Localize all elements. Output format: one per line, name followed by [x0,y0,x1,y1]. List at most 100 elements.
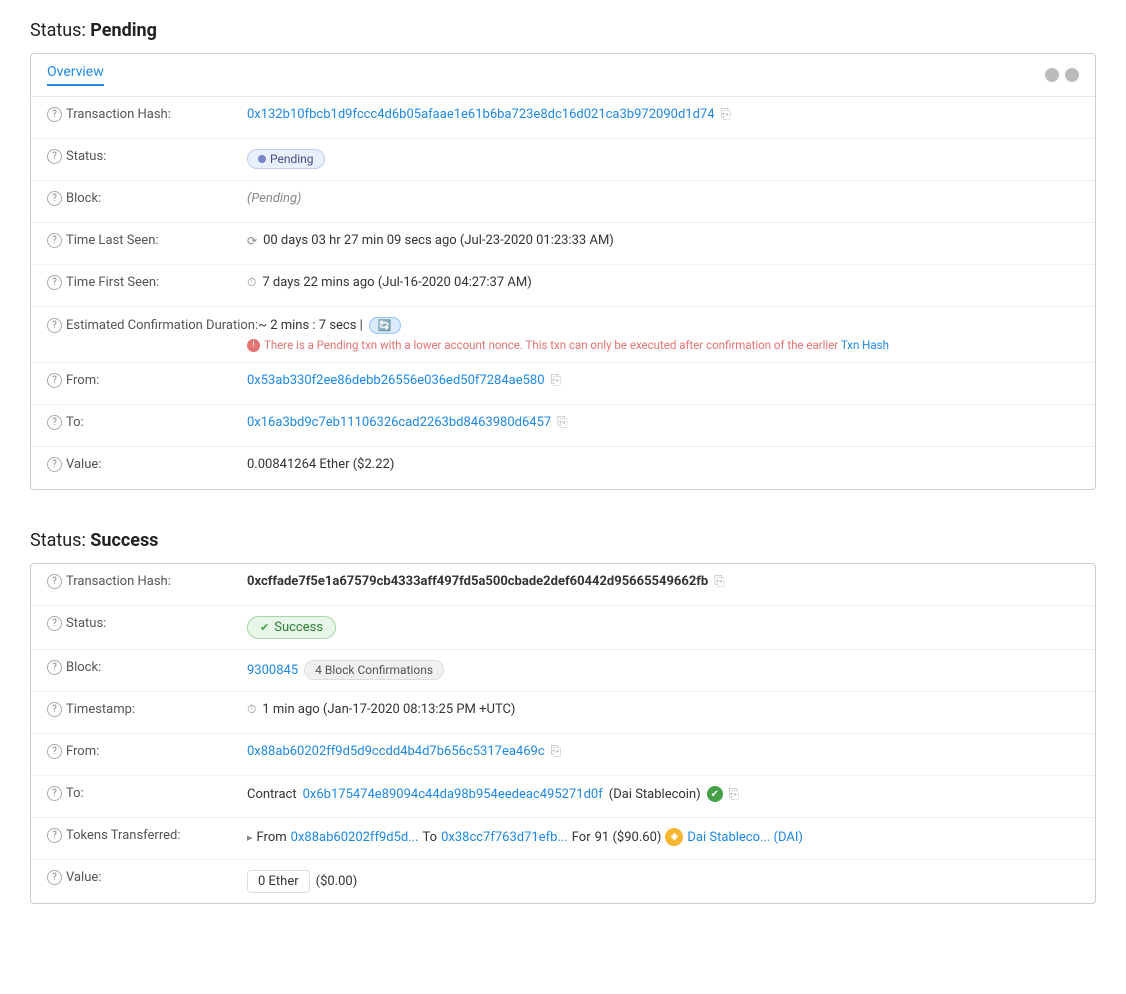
tx-hash-value: 0x132b10fbcb1d9fccc4d6b05afaae1e61b6ba72… [247,107,1079,122]
to-contract-text: Contract [247,787,297,802]
time-first-help-icon[interactable]: ? [47,275,62,290]
block-label-success: ? Block: [47,660,247,675]
tokens-label: ? Tokens Transferred: [47,828,247,843]
est-confirm-value: ~ 2 mins : 7 secs | 🔄 [258,317,1079,334]
block-pending-text: (Pending) [247,191,301,206]
timestamp-label: ? Timestamp: [47,702,247,717]
dot-1 [1045,68,1059,82]
from-row-pending: ? From: 0x53ab330f2ee86debb26556e036ed50… [31,363,1095,405]
from-help-icon-s[interactable]: ? [47,744,62,759]
timestamp-help-icon[interactable]: ? [47,702,62,717]
dai-token-icon: ◈ [665,828,683,846]
value-usd: ($0.00) [316,874,358,889]
from-address-link-s[interactable]: 0x88ab60202ff9d5d9ccdd4b4d7b656c5317ea46… [247,744,545,759]
status-value-success: Success [247,616,1079,639]
tx-hash-label: ? Transaction Hash: [47,107,247,122]
success-card: ? Transaction Hash: 0xcffade7f5e1a67579c… [30,563,1096,904]
est-help-icon[interactable]: ? [47,318,62,333]
from-label-success: ? From: [47,744,247,759]
tx-hash-copy-icon[interactable]: ⎘ [721,107,731,122]
to-copy-icon-s[interactable]: ⎘ [729,787,739,802]
time-last-seen-label: ? Time Last Seen: [47,233,247,248]
value-help-icon-s[interactable]: ? [47,870,62,885]
to-row-success: ? To: Contract 0x6b175474e89094c44da98b9… [31,776,1095,818]
time-last-seen-row: ? Time Last Seen: ⟳ 00 days 03 hr 27 min… [31,223,1095,265]
time-last-help-icon[interactable]: ? [47,233,62,248]
from-label-pending: ? From: [47,373,247,388]
dai-token-link[interactable]: Dai Stableco... (DAI) [687,830,803,845]
clock-icon-ts: ⏱ [247,702,256,717]
to-help-icon-s[interactable]: ? [47,786,62,801]
value-ether-box: 0 Ether [247,870,310,893]
tokens-help-icon[interactable]: ? [47,828,62,843]
info-icon: ! [247,339,260,352]
clock-icon-last: ⟳ [247,234,257,248]
to-label-pending: ? To: [47,415,247,430]
tx-hash-row: ? Transaction Hash: 0x132b10fbcb1d9fccc4… [31,97,1095,139]
est-confirm-sub-text: There is a Pending txn with a lower acco… [264,338,889,352]
to-help-icon[interactable]: ? [47,415,62,430]
from-value-success: 0x88ab60202ff9d5d9ccdd4b4d7b656c5317ea46… [247,744,1079,759]
overview-tab[interactable]: Overview [47,64,104,86]
value-help-icon[interactable]: ? [47,457,62,472]
timestamp-value: ⏱ 1 min ago (Jan-17-2020 08:13:25 PM +UT… [247,702,1079,717]
to-value-success: Contract 0x6b175474e89094c44da98b954eede… [247,786,1079,802]
from-copy-icon-s[interactable]: ⎘ [551,744,561,759]
tx-hash-help-icon[interactable]: ? [47,107,62,122]
block-number-link[interactable]: 9300845 [247,663,298,678]
est-confirm-row: ? Estimated Confirmation Duration: ~ 2 m… [31,307,1095,363]
status-row-pending: ? Status: Pending [31,139,1095,181]
tokens-value: ▸ From 0x88ab60202ff9d5d... To 0x38cc7f7… [247,828,1079,846]
value-label-success: ? Value: [47,870,247,885]
status-row-success: ? Status: Success [31,606,1095,650]
status-label-pending: ? Status: [47,149,247,164]
block-row-pending: ? Block: (Pending) [31,181,1095,223]
status-badge-pending: Pending [247,149,325,169]
value-value-success: 0 Ether ($0.00) [247,870,1079,893]
token-from-link[interactable]: 0x88ab60202ff9d5d... [291,830,419,845]
block-help-icon[interactable]: ? [47,191,62,206]
time-first-seen-value: ⏱ 7 days 22 mins ago (Jul-16-2020 04:27:… [247,275,1079,290]
status-help-icon-s[interactable]: ? [47,616,62,631]
pending-card: Overview ? Transaction Hash: 0x132b10fbc… [30,53,1096,490]
time-first-seen-label: ? Time First Seen: [47,275,247,290]
est-confirm-sub: ! There is a Pending txn with a lower ac… [247,338,889,352]
tokens-row: ? Tokens Transferred: ▸ From 0x88ab60202… [31,818,1095,860]
from-address-link[interactable]: 0x53ab330f2ee86debb26556e036ed50f7284ae5… [247,373,545,388]
est-confirm-label: ? Estimated Confirmation Duration: [47,317,258,334]
from-row-success: ? From: 0x88ab60202ff9d5d9ccdd4b4d7b656c… [31,734,1095,776]
block-value-success: 9300845 4 Block Confirmations [247,660,1079,680]
value-value-pending: 0.00841264 Ether ($2.22) [247,457,1079,472]
value-row-success: ? Value: 0 Ether ($0.00) [31,860,1095,903]
pending-section-title: Status: Pending [30,20,1096,41]
status-help-icon[interactable]: ? [47,149,62,164]
time-first-seen-row: ? Time First Seen: ⏱ 7 days 22 mins ago … [31,265,1095,307]
status-label-success: ? Status: [47,616,247,631]
value-label-pending: ? Value: [47,457,247,472]
tx-hash-text-success: 0xcffade7f5e1a67579cb4333aff497fd5a500cb… [247,574,708,589]
contract-verified-icon: ✔ [707,786,723,802]
txn-hash-link[interactable]: Txn Hash [841,338,889,352]
block-help-icon-s[interactable]: ? [47,660,62,675]
to-copy-icon[interactable]: ⎘ [557,415,567,430]
tx-hash-help-icon-s[interactable]: ? [47,574,62,589]
from-copy-icon[interactable]: ⎘ [551,373,561,388]
time-last-seen-value: ⟳ 00 days 03 hr 27 min 09 secs ago (Jul-… [247,233,1079,248]
from-value-pending: 0x53ab330f2ee86debb26556e036ed50f7284ae5… [247,373,1079,388]
to-row-pending: ? To: 0x16a3bd9c7eb11106326cad2263bd8463… [31,405,1095,447]
block-value-pending: (Pending) [247,191,1079,206]
tx-hash-link[interactable]: 0x132b10fbcb1d9fccc4d6b05afaae1e61b6ba72… [247,107,715,122]
tx-hash-copy-icon-s[interactable]: ⎘ [714,574,724,589]
block-row-success: ? Block: 9300845 4 Block Confirmations [31,650,1095,692]
dot-2 [1065,68,1079,82]
status-badge-success: Success [247,616,336,639]
est-confirm-badge: 🔄 [369,317,401,334]
token-to-link[interactable]: 0x38cc7f763d71efb... [441,830,568,845]
to-value-pending: 0x16a3bd9c7eb11106326cad2263bd8463980d64… [247,415,1079,430]
to-contract-link[interactable]: 0x6b175474e89094c44da98b954eedeac495271d… [303,787,603,802]
token-arrow: ▸ [247,831,253,844]
to-contract-name: (Dai Stablecoin) [609,787,701,802]
from-help-icon[interactable]: ? [47,373,62,388]
block-label-pending: ? Block: [47,191,247,206]
to-address-link[interactable]: 0x16a3bd9c7eb11106326cad2263bd8463980d64… [247,415,551,430]
